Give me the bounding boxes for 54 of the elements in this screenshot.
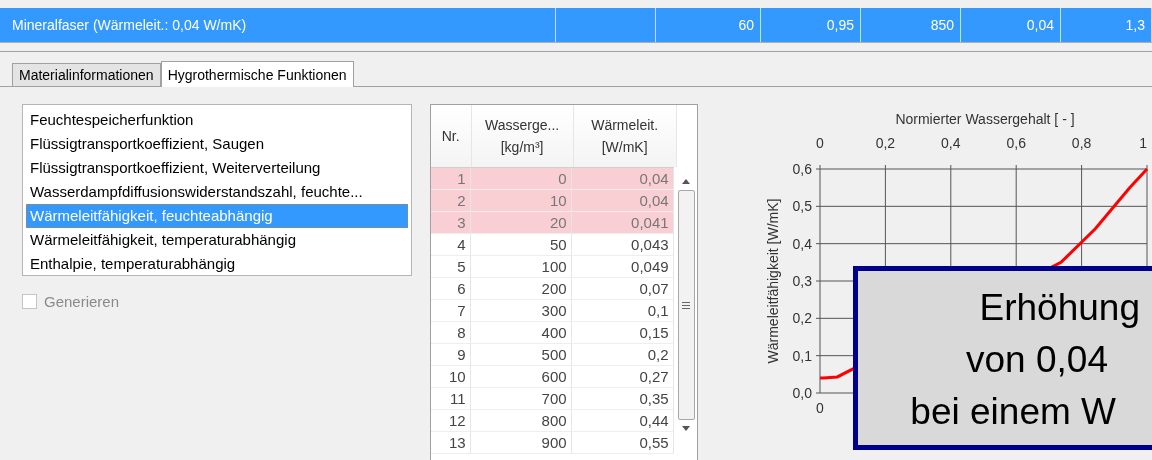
table-row[interactable]: 12 800 0,44 — [430, 410, 674, 432]
callout-text: Erhöhung — [979, 286, 1141, 330]
scrollbar-thumb[interactable] — [677, 190, 695, 420]
list-item[interactable]: Feuchtespeicherfunktion — [26, 108, 408, 132]
table-row[interactable]: 7 300 0,1 — [430, 300, 674, 322]
tab[interactable]: Hygrothermische Funktionen — [160, 61, 354, 87]
list-item[interactable]: Flüssigtransportkoeffizient, Saugen — [26, 132, 408, 156]
list-item[interactable]: Enthalpie, temperaturabhängig — [26, 252, 408, 276]
column-header[interactable]: Wasserge... [kg/m³] — [471, 105, 574, 167]
table-cell: 0,04 — [1026, 17, 1054, 33]
list-item[interactable]: Wärmeleitfähigkeit, temperaturabhängig — [26, 228, 408, 252]
checkbox-label: Generieren — [44, 293, 120, 310]
column-header[interactable]: Nr. — [430, 105, 472, 167]
tick-label: 0,2 — [792, 310, 812, 327]
tick-label: 0,4 — [941, 135, 961, 151]
table-row[interactable]: 11 700 0,35 — [430, 388, 674, 410]
grip-icon — [682, 301, 690, 309]
tick-label: 0 — [816, 135, 824, 151]
scroll-up-icon[interactable] — [682, 179, 690, 184]
callout-text: bei einem W — [910, 390, 1117, 434]
table-row[interactable]: 13 900 0,55 — [430, 432, 674, 454]
table-row[interactable]: 4 50 0,043 — [430, 234, 674, 256]
table-row[interactable]: 8 400 0,15 — [430, 322, 674, 344]
tick-label: 0,3 — [792, 273, 812, 289]
table-row[interactable]: 6 200 0,07 — [430, 278, 674, 300]
tick-label: 0,8 — [1071, 135, 1092, 151]
axis-title: Normierter Wassergehalt [ - ] — [895, 111, 1075, 127]
tick-label: 0,5 — [792, 198, 812, 215]
table-row[interactable]: 10 600 0,27 — [430, 366, 674, 388]
column-header[interactable]: Wärmeleit. [W/mK] — [573, 105, 677, 167]
table-cell: 1,3 — [1125, 17, 1145, 33]
tick-label: 0,2 — [875, 135, 896, 151]
table-row[interactable]: 5 100 0,049 — [430, 256, 674, 278]
tick-label: 0 — [816, 400, 824, 416]
tick-label: 0,6 — [1006, 135, 1026, 151]
table-cell: 0,55 — [571, 432, 674, 454]
table-cell: 60 — [738, 17, 754, 33]
tab[interactable]: Materialinformationen — [12, 63, 161, 86]
axis-title: Wärmeleitfähigkeit [W/mK] — [765, 198, 781, 364]
tick-label: 1 — [1139, 135, 1147, 151]
list-item[interactable]: Wasserdampfdiffusionswiderstandszahl, feuchte... — [26, 180, 408, 204]
tick-label: 0,6 — [792, 161, 812, 177]
table-cell: 900 — [470, 432, 572, 454]
table-cell: 13 — [430, 432, 471, 454]
tick-label: 0,0 — [792, 385, 812, 401]
scroll-down-icon[interactable] — [682, 426, 690, 431]
table-row[interactable]: 9 500 0,2 — [430, 344, 674, 366]
callout-text: von 0,04 — [966, 338, 1109, 382]
tick-label: 0,4 — [792, 235, 812, 252]
tick-label: 0,1 — [792, 347, 812, 364]
table-cell: 850 — [930, 17, 954, 33]
table-cell: Mineralfaser (Wärmeleit.: 0,04 W/mK) — [12, 17, 247, 33]
table-cell: 0,95 — [826, 17, 854, 33]
list-item[interactable]: Flüssigtransportkoeffizient, Weiterverteilung — [26, 156, 408, 180]
